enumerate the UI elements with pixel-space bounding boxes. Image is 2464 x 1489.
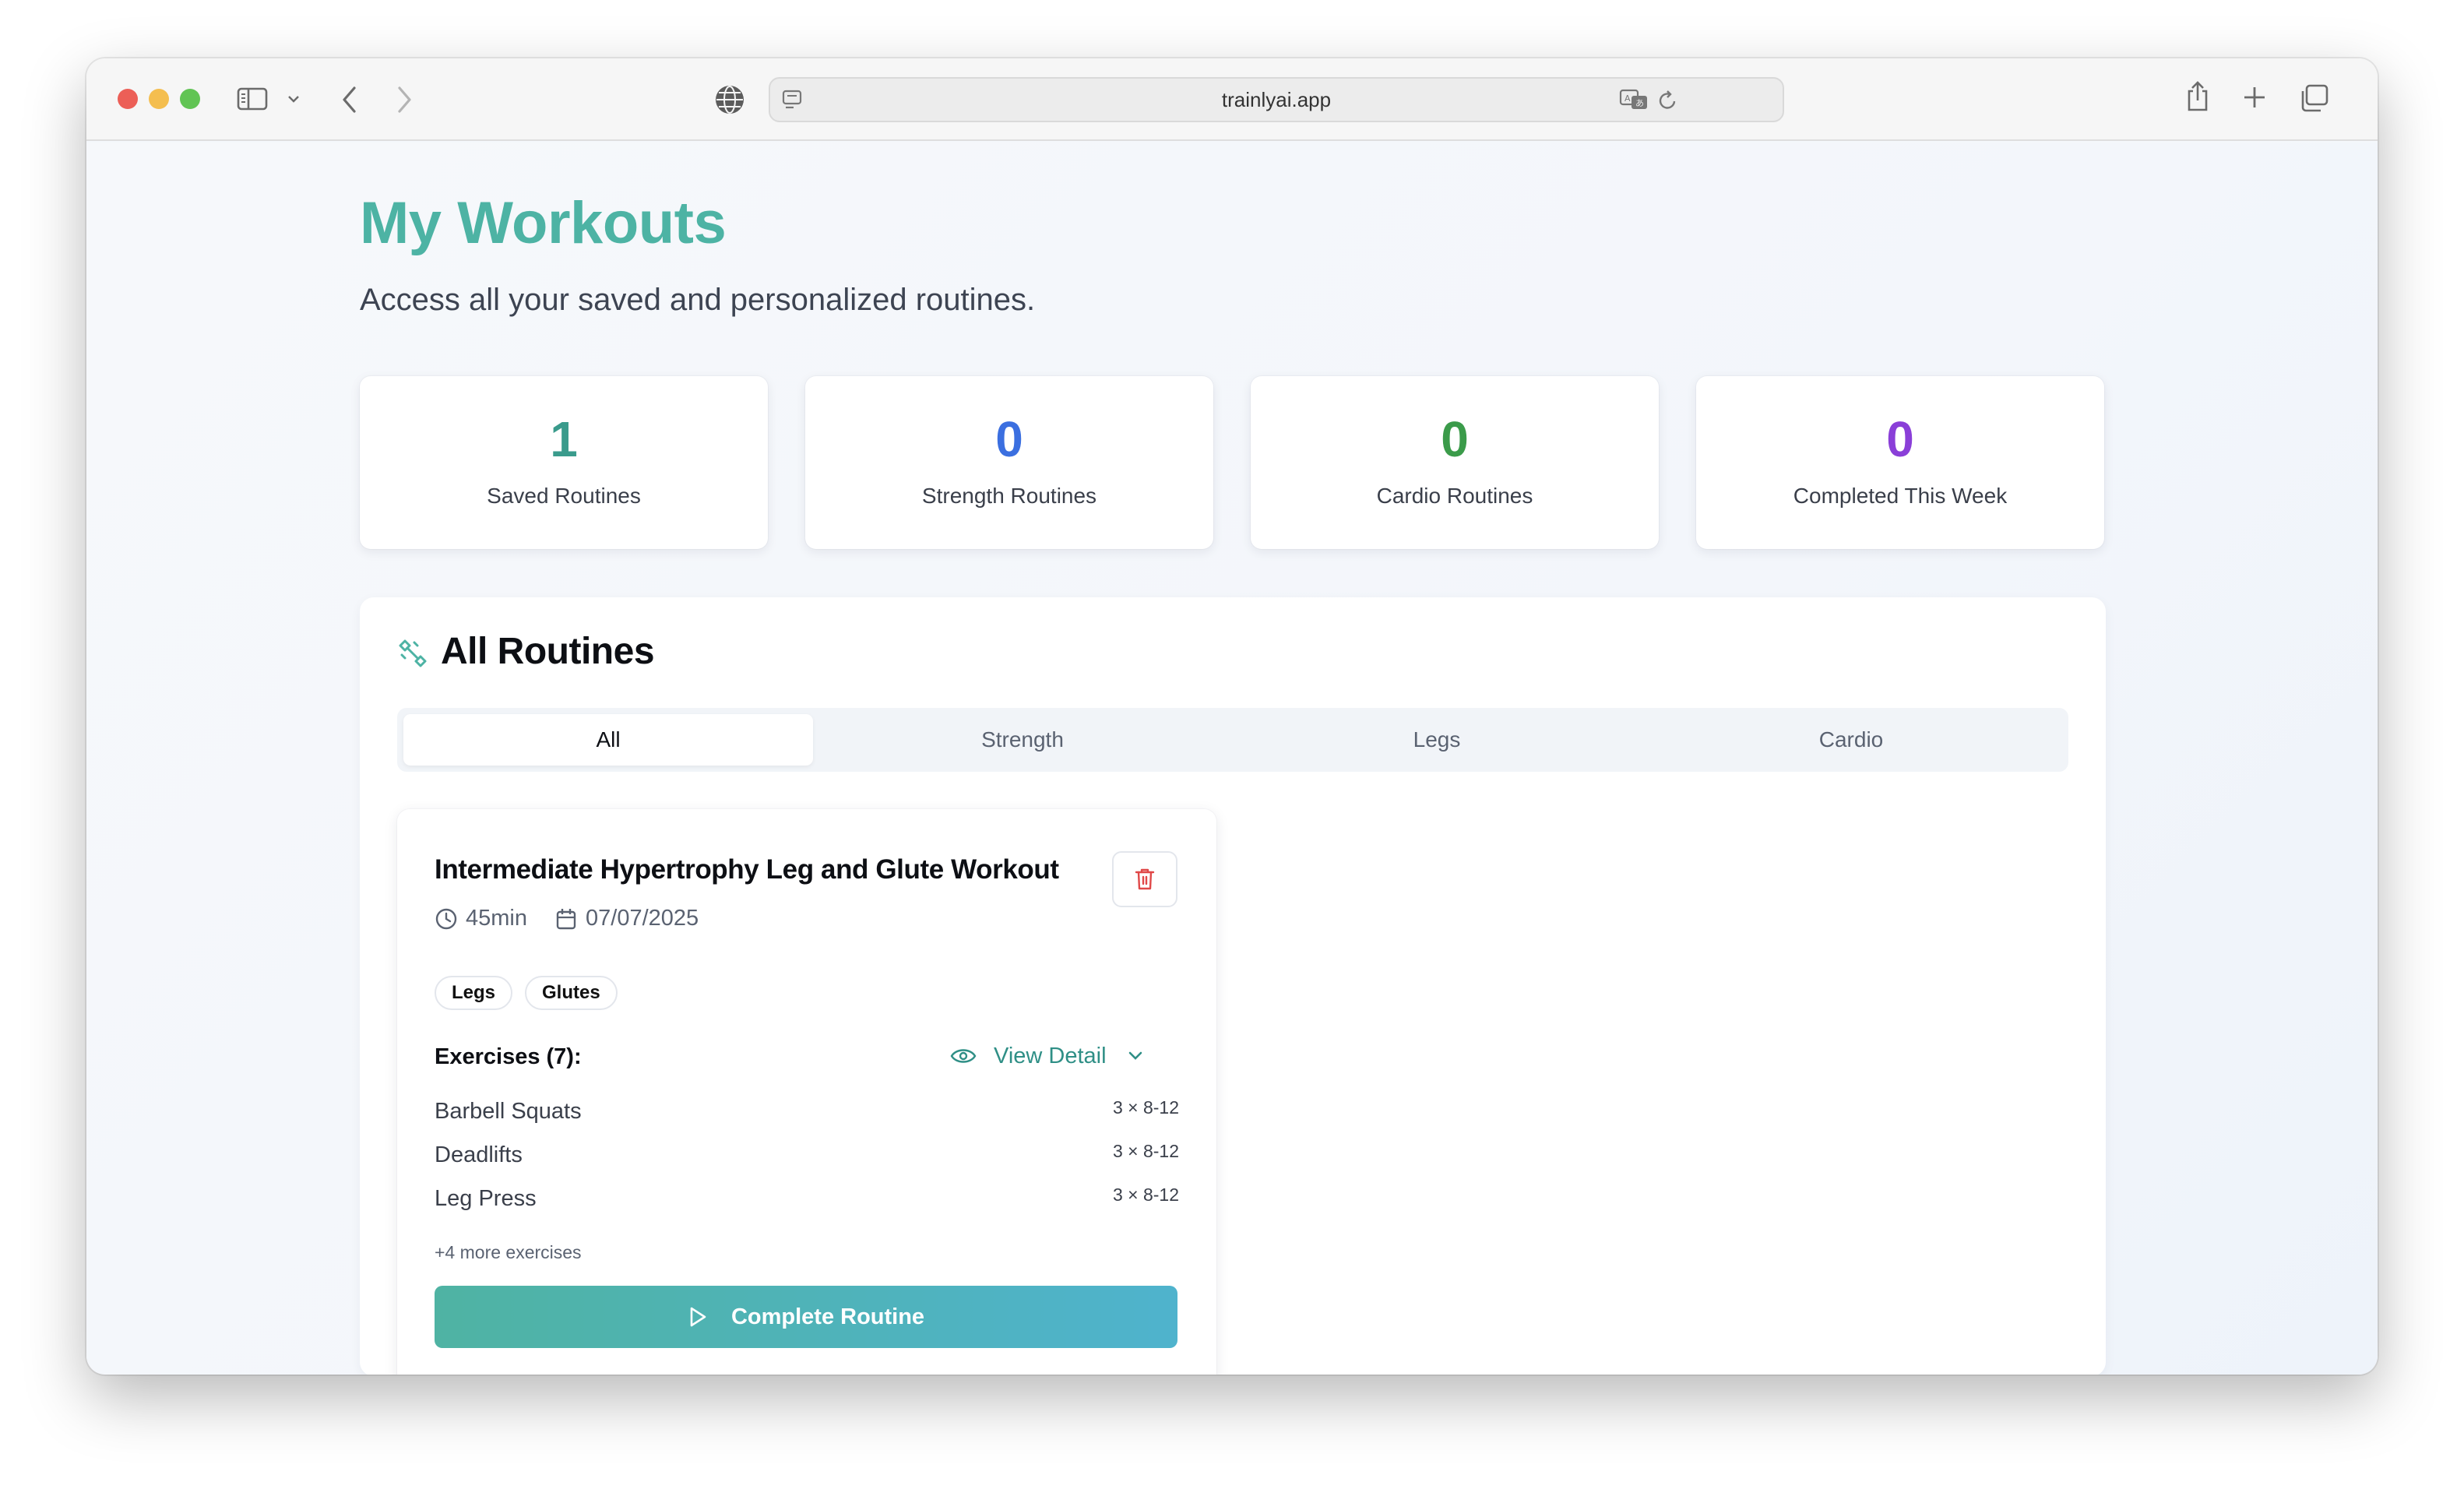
delete-routine-button[interactable] bbox=[1112, 851, 1177, 907]
exercise-sets: 3 × 8-12 bbox=[1112, 1141, 1179, 1161]
exercise-name: Deadlifts bbox=[435, 1142, 523, 1167]
tab-all[interactable]: All bbox=[403, 714, 813, 766]
svg-text:あ: あ bbox=[1635, 98, 1644, 108]
dumbbell-icon bbox=[397, 638, 428, 669]
clock-icon bbox=[435, 908, 457, 929]
play-icon bbox=[690, 1307, 706, 1327]
browser-window: trainlyai.app Aあ My Workouts Access all … bbox=[86, 58, 2378, 1375]
routine-filter-tabs: All Strength Legs Cardio bbox=[397, 708, 2068, 772]
reload-icon[interactable] bbox=[1658, 90, 1678, 111]
stat-value: 0 bbox=[995, 411, 1023, 467]
minimize-window-button[interactable] bbox=[149, 89, 169, 109]
stat-value: 1 bbox=[550, 411, 578, 467]
tag-legs: Legs bbox=[435, 976, 513, 1010]
section-title: All Routines bbox=[441, 631, 655, 672]
address-bar[interactable]: trainlyai.app Aあ bbox=[769, 77, 1784, 122]
chevron-down-icon bbox=[1128, 1051, 1142, 1060]
back-icon[interactable] bbox=[340, 85, 359, 114]
routine-date: 07/07/2025 bbox=[554, 906, 699, 931]
more-exercises-text: +4 more exercises bbox=[435, 1242, 582, 1262]
new-tab-icon[interactable] bbox=[2242, 85, 2267, 110]
page-content: My Workouts Access all your saved and pe… bbox=[86, 143, 2378, 1375]
exercises-heading: Exercises (7): bbox=[435, 1044, 582, 1069]
complete-routine-button[interactable]: Complete Routine bbox=[435, 1286, 1177, 1348]
stat-value: 0 bbox=[1441, 411, 1469, 467]
sidebar-toggle-icon[interactable] bbox=[237, 86, 268, 111]
exercise-name: Barbell Squats bbox=[435, 1099, 582, 1124]
duration-text: 45min bbox=[466, 906, 527, 931]
routine-card: Intermediate Hypertrophy Leg and Glute W… bbox=[397, 809, 1216, 1375]
stat-label: Completed This Week bbox=[1793, 484, 2008, 508]
tag-glutes: Glutes bbox=[525, 976, 618, 1010]
globe-icon[interactable] bbox=[714, 84, 745, 115]
close-window-button[interactable] bbox=[118, 89, 138, 109]
stat-card-cardio: 0 Cardio Routines bbox=[1251, 376, 1659, 549]
translate-icon[interactable]: Aあ bbox=[1619, 88, 1650, 111]
exercise-name: Leg Press bbox=[435, 1186, 537, 1211]
stat-card-strength: 0 Strength Routines bbox=[805, 376, 1213, 549]
view-detail-label: View Detail bbox=[994, 1043, 1107, 1068]
tab-cardio[interactable]: Cardio bbox=[1646, 714, 2056, 766]
view-detail-button[interactable]: View Detail bbox=[950, 1037, 1144, 1075]
stat-value: 0 bbox=[1886, 411, 1914, 467]
page-title: My Workouts bbox=[360, 190, 727, 256]
browser-toolbar: trainlyai.app Aあ bbox=[86, 58, 2378, 141]
tab-legs[interactable]: Legs bbox=[1232, 714, 1642, 766]
exercise-sets: 3 × 8-12 bbox=[1112, 1185, 1179, 1205]
eye-icon bbox=[950, 1049, 977, 1063]
stat-label: Cardio Routines bbox=[1376, 484, 1533, 508]
stat-label: Saved Routines bbox=[487, 484, 641, 508]
date-text: 07/07/2025 bbox=[586, 906, 699, 931]
exercise-sets: 3 × 8-12 bbox=[1112, 1097, 1179, 1118]
stat-card-saved: 1 Saved Routines bbox=[360, 376, 768, 549]
chevron-down-icon[interactable] bbox=[287, 94, 300, 104]
tab-strength[interactable]: Strength bbox=[818, 714, 1227, 766]
trash-icon bbox=[1135, 868, 1155, 890]
routine-title: Intermediate Hypertrophy Leg and Glute W… bbox=[435, 854, 1059, 885]
complete-routine-label: Complete Routine bbox=[730, 1304, 925, 1329]
routines-panel: All Routines All Strength Legs Cardio In… bbox=[360, 597, 2106, 1375]
tab-overview-icon[interactable] bbox=[2298, 83, 2329, 113]
share-icon[interactable] bbox=[2184, 80, 2211, 113]
stat-label: Strength Routines bbox=[921, 484, 1097, 508]
calendar-icon bbox=[556, 908, 576, 929]
stat-card-completed: 0 Completed This Week bbox=[1696, 376, 2104, 549]
page-subtitle: Access all your saved and personalized r… bbox=[360, 283, 1036, 317]
maximize-window-button[interactable] bbox=[180, 89, 200, 109]
forward-icon[interactable] bbox=[395, 85, 414, 114]
svg-text:A: A bbox=[1624, 93, 1631, 104]
routine-duration: 45min bbox=[435, 906, 527, 931]
